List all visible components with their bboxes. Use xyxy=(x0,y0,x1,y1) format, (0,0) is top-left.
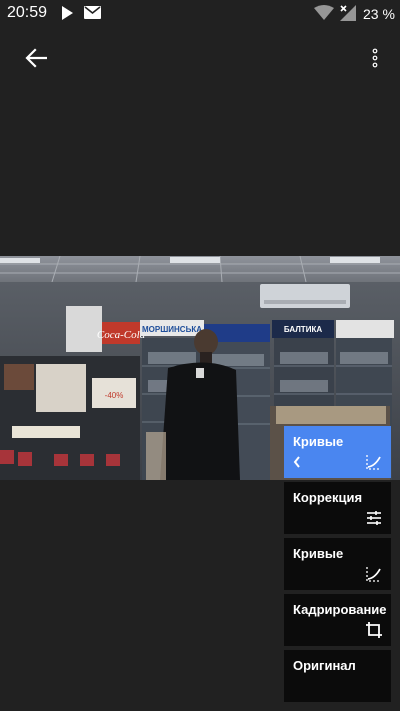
stack-item-label: Оригинал xyxy=(293,658,356,673)
stack-item-label: Кадрирование xyxy=(293,602,387,617)
stack-item-curves[interactable]: Кривые xyxy=(284,538,391,590)
chevron-left-icon[interactable] xyxy=(292,455,302,469)
coca-cola-sign: Coca-Cola xyxy=(97,329,146,341)
stack-item-label: Кривые xyxy=(293,546,344,561)
stack-item-crop[interactable]: Кадрирование xyxy=(284,594,391,646)
crop-icon xyxy=(366,622,382,638)
baltika-sign: БАЛТИКА xyxy=(284,325,322,334)
stack-item-label: Кривые xyxy=(293,434,344,449)
more-options-button[interactable] xyxy=(360,40,390,76)
wifi-icon xyxy=(314,5,334,20)
play-icon xyxy=(62,6,73,20)
stack-item-correction[interactable]: Коррекция xyxy=(284,482,391,534)
stack-item-original[interactable]: Оригинал xyxy=(284,650,391,702)
curves-icon xyxy=(366,455,381,470)
discount-sign: -40% xyxy=(105,391,124,400)
curves-icon xyxy=(366,567,381,582)
status-time: 20:59 xyxy=(7,4,48,21)
battery-percentage: 23 % xyxy=(363,6,395,22)
arrow-left-icon xyxy=(25,48,47,68)
morshynska-sign: МОРШИНСЬКА xyxy=(142,325,202,334)
mail-icon xyxy=(84,6,101,19)
more-vert-icon xyxy=(372,48,378,68)
tune-icon xyxy=(367,511,381,525)
back-button[interactable] xyxy=(18,40,54,76)
status-bar: 20:59 23 % xyxy=(0,0,400,28)
stack-item-label: Коррекция xyxy=(293,490,363,505)
stack-item-curves-active[interactable]: Кривые xyxy=(284,426,391,478)
signal-icon xyxy=(340,5,356,21)
